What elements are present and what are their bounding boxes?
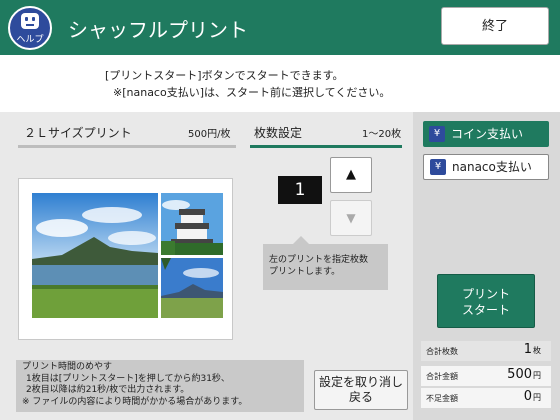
product-name: ２Ｌサイズプリント [24, 126, 132, 140]
reset-line-1: 設定を取り消し [318, 375, 403, 389]
nanaco-payment-label: nanaco支払い [452, 160, 532, 174]
product-divider [18, 145, 236, 148]
help-label: ヘルプ [16, 35, 44, 45]
reset-back-button[interactable]: 設定を取り消し 戻る [314, 370, 408, 410]
help-face-icon [21, 13, 39, 29]
photo-mountain-plain [161, 258, 223, 318]
instruction-line-2: ※[nanaco支払い]は、スタート前に選択してください。 [113, 86, 391, 99]
shortage-value: 0円 [523, 389, 541, 404]
total-amount-label: 合計金額 [426, 372, 458, 381]
up-arrow-icon: ▲ [346, 167, 356, 182]
print-start-line-2: スタート [461, 303, 510, 317]
photo-castle [161, 193, 223, 255]
app-header: ヘルプ シャッフルプリント 終了 [0, 0, 560, 55]
total-count-row: 合計枚数 1枚 [421, 341, 551, 361]
total-count-label: 合計枚数 [426, 347, 458, 356]
coin-payment-label: コイン支払い [451, 127, 524, 141]
print-start-line-1: プリント [461, 287, 510, 301]
quantity-display: 1 [278, 176, 322, 204]
quantity-divider [250, 145, 402, 148]
print-start-button[interactable]: プリント スタート [437, 274, 535, 328]
note-line-4: ※ ファイルの内容により時間がかかる場合があります。 [22, 396, 248, 407]
quantity-up-button[interactable]: ▲ [330, 157, 372, 193]
print-time-note: プリント時間のめやす 1枚目は[プリントスタート]を押してから約31秒、 2枚目… [16, 360, 304, 412]
end-button[interactable]: 終了 [441, 7, 549, 45]
yen-icon: ¥ [429, 126, 445, 142]
total-amount-value: 500円 [507, 367, 541, 382]
coin-payment-button[interactable]: ¥ コイン支払い [423, 121, 549, 147]
total-count-value: 1枚 [523, 342, 541, 357]
reset-line-2: 戻る [348, 390, 373, 404]
instruction-line-1: [プリントスタート]ボタンでスタートできます。 [105, 69, 344, 82]
note-line-1: プリント時間のめやす [22, 362, 113, 372]
shortage-label: 不足金額 [426, 394, 458, 403]
help-button[interactable]: ヘルプ [8, 6, 52, 50]
quantity-range: 1〜20枚 [362, 129, 402, 140]
note-line-2: 1枚目は[プリントスタート]を押してから約31秒、 [26, 373, 230, 384]
quantity-label: 枚数設定 [254, 126, 303, 140]
nanaco-payment-button[interactable]: ¥ nanaco支払い [423, 154, 549, 180]
yen-icon: ¥ [430, 159, 446, 175]
print-preview [18, 178, 233, 340]
note-line-3: 2枚目以降は約21秒/枚で出力されます。 [26, 385, 190, 395]
photo-mountain-lake [32, 193, 158, 318]
total-amount-row: 合計金額 500円 [421, 366, 551, 386]
quantity-tooltip: 左のプリントを指定枚数 プリントします。 [263, 236, 388, 290]
tooltip-line-1: 左のプリントを指定枚数 [269, 255, 369, 265]
down-arrow-icon: ▼ [346, 211, 356, 225]
quantity-down-button[interactable]: ▼ [330, 200, 372, 236]
tooltip-line-2: プリントします。 [269, 267, 341, 277]
product-price: 500円/枚 [188, 129, 231, 140]
shortage-row: 不足金額 0円 [421, 388, 551, 408]
page-title: シャッフルプリント [68, 18, 248, 42]
